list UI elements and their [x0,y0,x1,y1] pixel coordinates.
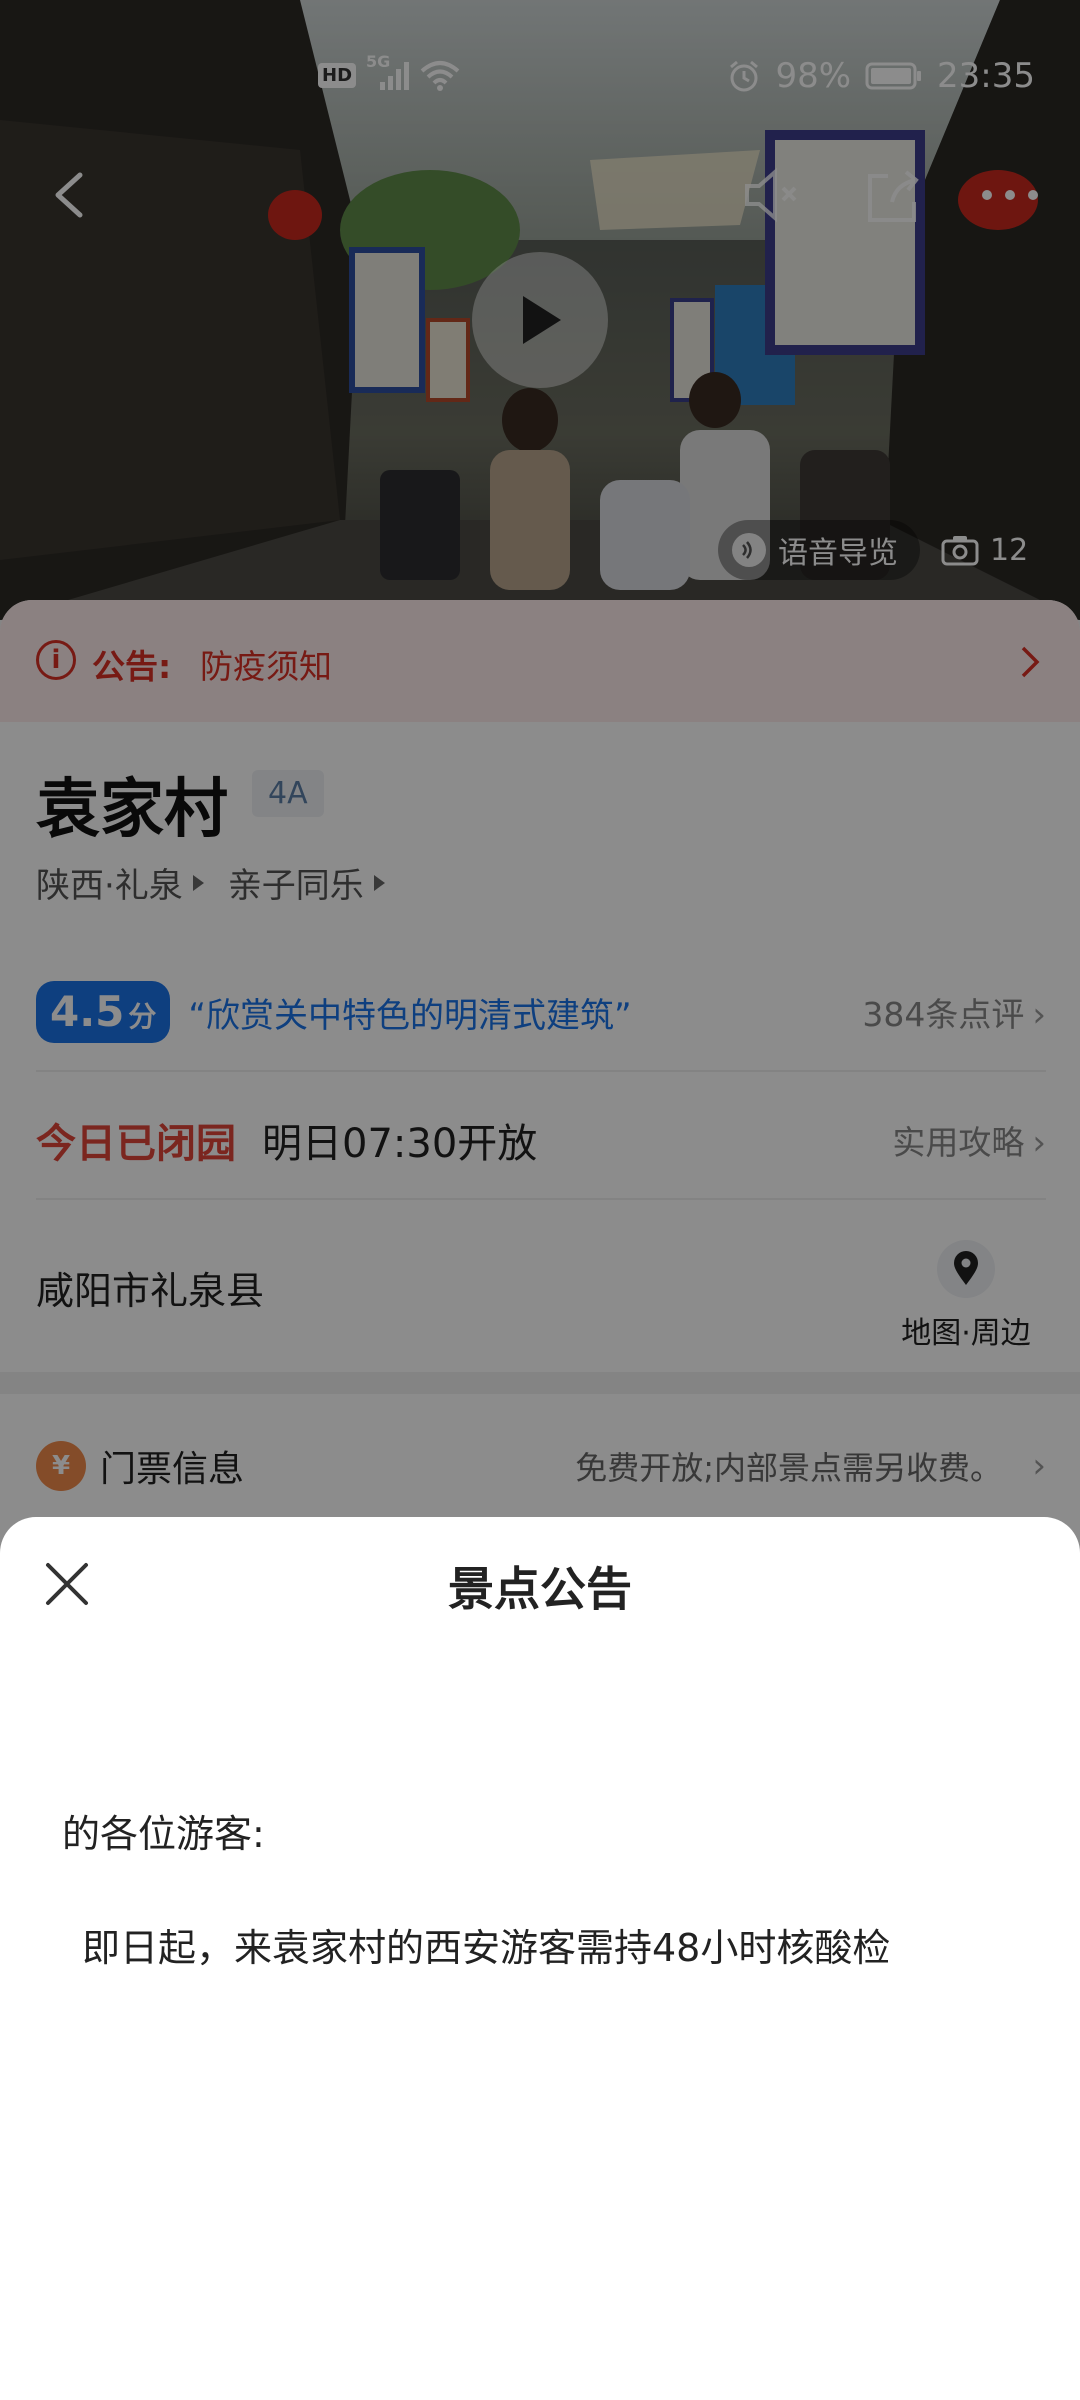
sheet-title: 景点公告 [448,1562,632,1616]
sheet-body: 即日起，来袁家村的西安游客需持48小时核酸检 [82,1926,891,1970]
sheet-greeting: 的各位游客: [62,1812,265,1856]
notice-sheet: 景点公告 的各位游客: 即日起，来袁家村的西安游客需持48小时核酸检 [0,1517,1080,2340]
